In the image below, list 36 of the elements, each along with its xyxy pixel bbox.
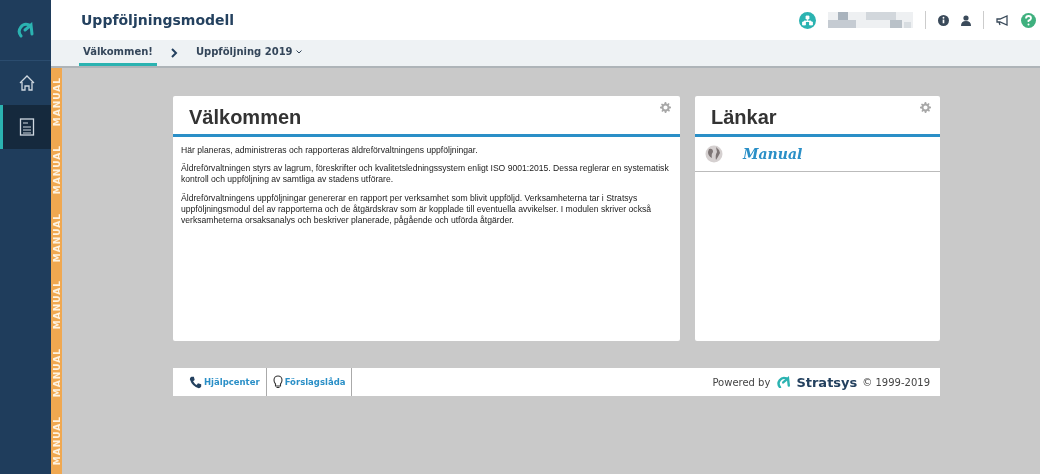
lightbulb-icon: [272, 375, 283, 389]
globe-icon: [705, 145, 723, 163]
copyright-text: © 1999-2019: [862, 376, 930, 388]
brand-logo-icon: [776, 375, 793, 389]
footer-link[interactable]: Hjälpcenter: [204, 377, 260, 387]
manual-link[interactable]: Manual: [743, 146, 803, 162]
powered-by-text: Powered by: [712, 376, 771, 388]
sidebar-item[interactable]: [0, 105, 51, 149]
environment-label: MANUAL: [51, 144, 62, 195]
paragraph: Här planeras, administreras och rapporteras äldreförvaltningens uppföljningar.: [181, 145, 479, 157]
caret-icon: [295, 49, 302, 54]
card-title: Länkar: [711, 106, 778, 129]
user-icon[interactable]: [961, 14, 971, 26]
brand-name: Stratsys: [796, 374, 858, 390]
environment-label: MANUAL: [51, 415, 62, 465]
settings-icon[interactable]: [660, 102, 671, 113]
logo-icon: [15, 22, 36, 38]
app-title: Uppföljningsmodell: [81, 12, 236, 28]
settings-icon[interactable]: [920, 102, 931, 113]
footer-link[interactable]: Förslagslåda: [284, 377, 346, 387]
document-icon: [19, 118, 35, 136]
info-icon[interactable]: [938, 14, 949, 26]
paragraph: Äldreförvaltningens uppföljningar genererar en rapport per verksamhet som blivit uppföljd. Verksamheterna tar i Stratsys uppföljningsmodul del av rapporterna och de åtgärdskrav som är kopplade till eventuella avvikelser. I modulen skriver också verksamheterna orsaksanalys och beskriver planerade, pågående och utförda åtgärder.: [181, 192, 653, 227]
environment-label: MANUAL: [51, 347, 62, 398]
home-icon: [18, 74, 36, 92]
card-title: Välkommen: [189, 106, 303, 129]
phone-icon: [189, 375, 202, 389]
help-icon[interactable]: [1021, 12, 1036, 28]
organization-icon[interactable]: [799, 11, 816, 29]
breadcrumb-tab[interactable]: Uppföljning 2019: [191, 46, 306, 66]
paragraph: Äldreförvaltningen styrs av lagrum, föreskrifter och kvalitetsledningssystem enligt ISO 9001:2015. Dessa reglerar en systematisk kontroll och uppföljning av samtliga av stadens utförare.: [181, 163, 670, 186]
megaphone-icon[interactable]: [996, 14, 1009, 26]
environment-label: MANUAL: [51, 77, 62, 127]
chevron-right-icon: [170, 48, 178, 58]
environment-label: MANUAL: [51, 280, 62, 330]
environment-label: MANUAL: [51, 212, 62, 262]
